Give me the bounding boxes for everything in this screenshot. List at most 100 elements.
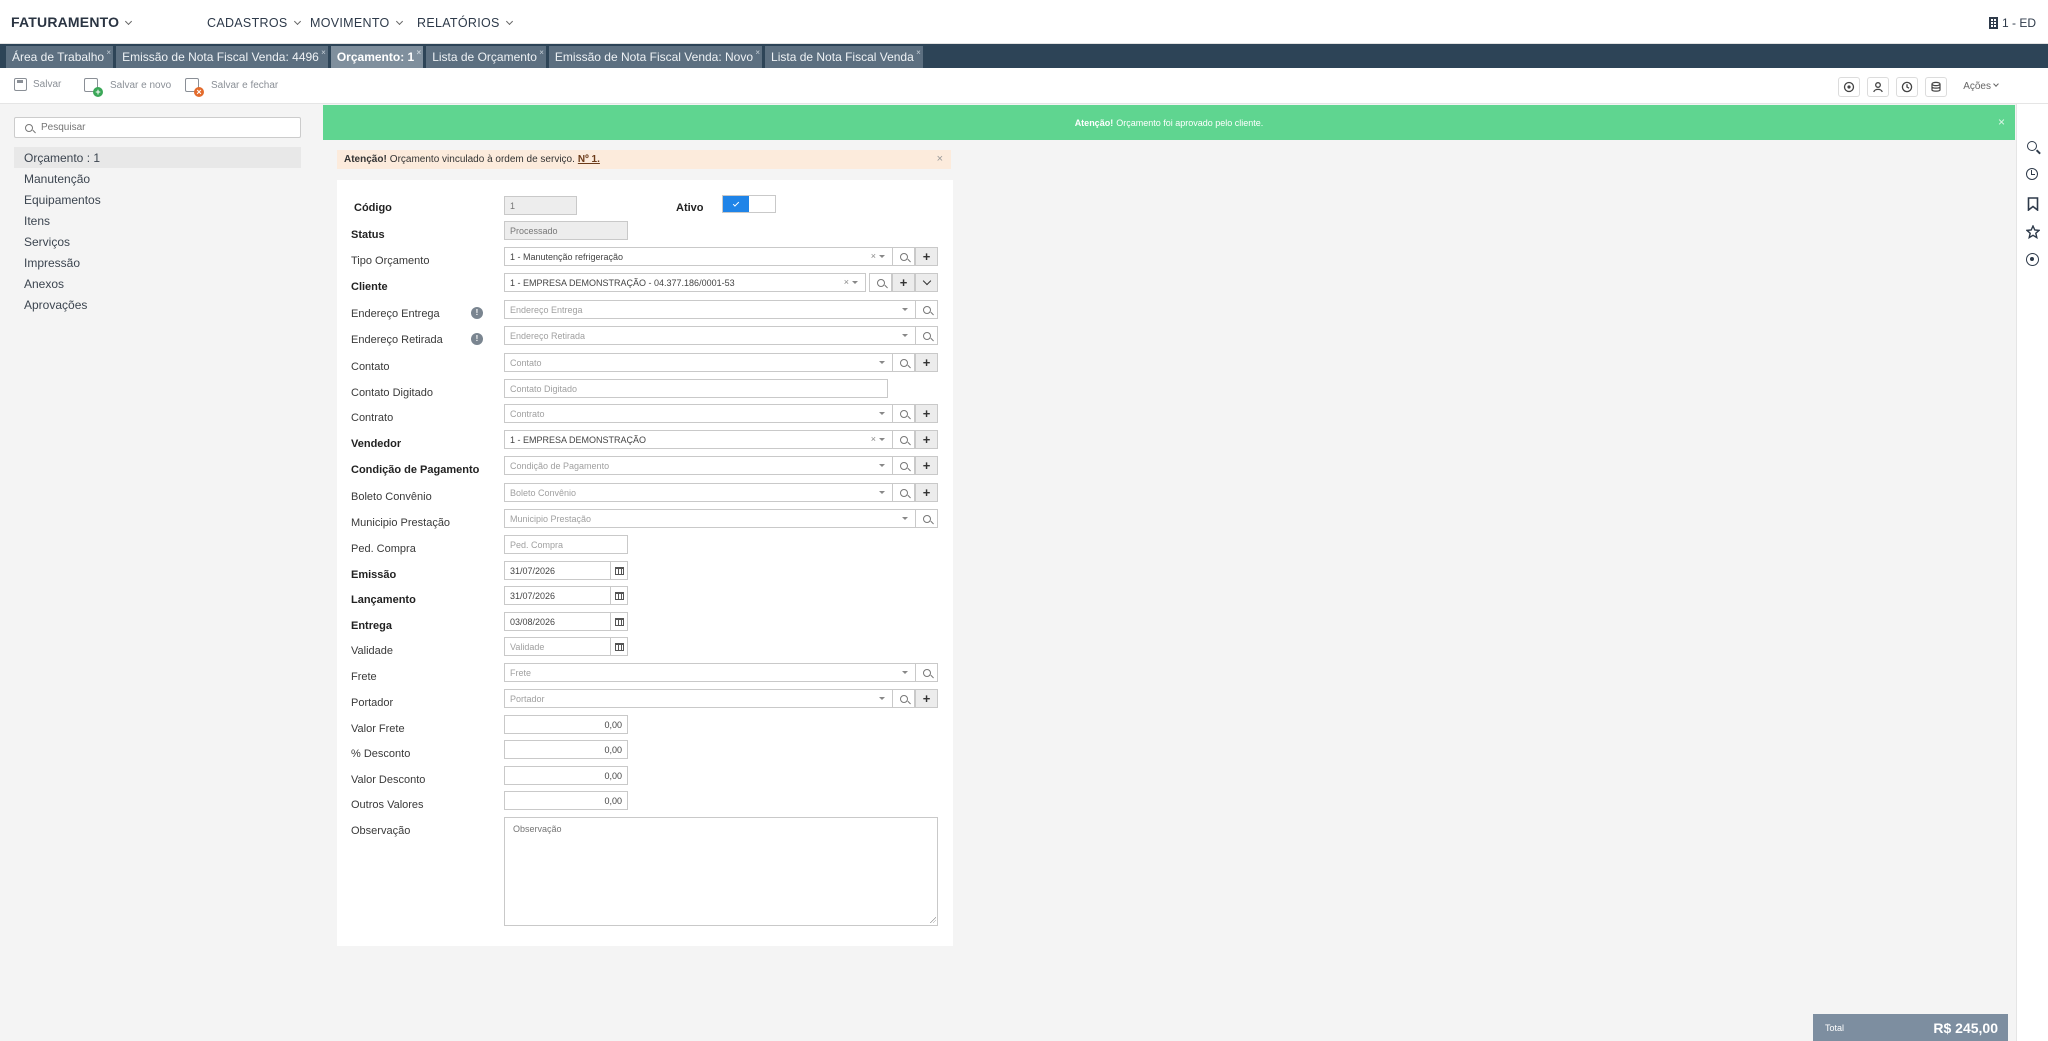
menu-cadastros[interactable]: CADASTROS [207, 16, 301, 30]
endereco-entrega-label: Endereço Entrega [351, 308, 440, 320]
lancamento-date-input[interactable]: 31/07/2026 [504, 586, 628, 605]
vendedor-select[interactable]: 1 - EMPRESA DEMONSTRAÇÃO × [504, 430, 893, 449]
ped-compra-input[interactable]: Ped. Compra [504, 535, 628, 554]
tipo-orcamento-select[interactable]: 1 - Manutenção refrigeração × [504, 247, 893, 266]
sidebar-item-anexos[interactable]: Anexos [14, 273, 301, 294]
close-icon[interactable]: × [937, 153, 943, 165]
tab-nota-fiscal-novo[interactable]: Emissão de Nota Fiscal Venda: Novo × [548, 46, 763, 68]
close-icon[interactable]: × [321, 48, 326, 57]
bookmark-icon[interactable] [2026, 197, 2040, 212]
boleto-convenio-select[interactable]: Boleto Convênio [504, 483, 893, 502]
sidebar-item-itens[interactable]: Itens [14, 210, 301, 231]
cliente-add-button[interactable]: + [892, 273, 915, 292]
sidebar-item-aprovacoes[interactable]: Aprovações [14, 294, 301, 315]
close-icon[interactable]: × [1998, 115, 2005, 129]
view-button[interactable] [1838, 77, 1860, 97]
endereco-entrega-select[interactable]: Endereço Entrega [504, 300, 916, 319]
endereco-entrega-search-button[interactable] [915, 300, 938, 319]
portador-search-button[interactable] [892, 689, 915, 708]
close-icon[interactable]: × [539, 48, 544, 57]
vendedor-search-button[interactable] [892, 430, 915, 449]
sidebar-item-orcamento[interactable]: Orçamento : 1 [14, 147, 301, 168]
close-icon[interactable]: × [417, 48, 422, 57]
sidebar-search-input[interactable] [41, 122, 281, 133]
condicao-pagamento-search-button[interactable] [892, 456, 915, 475]
service-order-link[interactable]: Nº 1. [578, 154, 600, 165]
calendar-icon[interactable] [610, 587, 627, 604]
target-icon[interactable] [2026, 253, 2040, 267]
sidebar-item-equipamentos[interactable]: Equipamentos [14, 189, 301, 210]
calendar-icon[interactable] [610, 613, 627, 630]
sidebar-item-manutencao[interactable]: Manutenção [14, 168, 301, 189]
contato-digitado-input[interactable]: Contato Digitado [504, 379, 888, 398]
module-menu[interactable]: FATURAMENTO [11, 14, 133, 30]
cliente-search-button[interactable] [869, 273, 892, 292]
user-button[interactable] [1867, 77, 1889, 97]
portador-add-button[interactable]: + [915, 689, 938, 708]
contrato-add-button[interactable]: + [915, 404, 938, 423]
contato-add-button[interactable]: + [915, 353, 938, 372]
info-icon[interactable]: ! [471, 307, 483, 319]
emissao-date-input[interactable]: 31/07/2026 [504, 561, 628, 580]
contato-select[interactable]: Contato [504, 353, 893, 372]
outros-valores-input[interactable]: 0,00 [504, 791, 628, 810]
total-bar: Total R$ 245,00 [1813, 1014, 2008, 1041]
tipo-orcamento-search-button[interactable] [892, 247, 915, 266]
save-new-button[interactable]: Salvar e novo [84, 78, 171, 97]
database-button[interactable] [1925, 77, 1947, 97]
contrato-select[interactable]: Contrato [504, 404, 893, 423]
frete-search-button[interactable] [915, 663, 938, 682]
star-icon[interactable] [2025, 224, 2041, 240]
company-selector[interactable]: 1 - ED [1988, 16, 2036, 30]
tab-nota-fiscal-4496[interactable]: Emissão de Nota Fiscal Venda: 4496 × [116, 46, 328, 68]
tab-lista-orcamento[interactable]: Lista de Orçamento × [426, 46, 546, 68]
pct-desconto-input[interactable]: 0,00 [504, 740, 628, 759]
condicao-pagamento-add-button[interactable]: + [915, 456, 938, 475]
endereco-retirada-select[interactable]: Endereço Retirada [504, 326, 916, 345]
menu-movimento[interactable]: MOVIMENTO [310, 16, 403, 30]
contrato-search-button[interactable] [892, 404, 915, 423]
entrega-date-input[interactable]: 03/08/2026 [504, 612, 628, 631]
tipo-orcamento-add-button[interactable]: + [915, 247, 938, 266]
portador-select[interactable]: Portador [504, 689, 893, 708]
cliente-select[interactable]: 1 - EMPRESA DEMONSTRAÇÃO - 04.377.186/00… [504, 273, 866, 292]
valor-desconto-input[interactable]: 0,00 [504, 766, 628, 785]
boleto-convenio-search-button[interactable] [892, 483, 915, 502]
clear-icon[interactable]: × [871, 434, 876, 444]
close-icon[interactable]: × [106, 48, 111, 57]
history-button[interactable] [1896, 77, 1918, 97]
valor-frete-input[interactable]: 0,00 [504, 715, 628, 734]
calendar-icon[interactable] [610, 562, 627, 579]
search-icon[interactable] [2026, 140, 2040, 154]
endereco-retirada-search-button[interactable] [915, 326, 938, 345]
tab-area-trabalho[interactable]: Área de Trabalho × [6, 46, 114, 68]
save-button[interactable]: Salvar [14, 78, 61, 91]
municipio-prestacao-select[interactable]: Municipio Prestação [504, 509, 916, 528]
close-icon[interactable]: × [755, 48, 760, 57]
actions-menu[interactable]: Ações [1963, 81, 1999, 92]
municipio-prestacao-search-button[interactable] [915, 509, 938, 528]
save-close-button[interactable]: Salvar e fechar [185, 78, 278, 97]
clear-icon[interactable]: × [844, 277, 849, 287]
contato-search-button[interactable] [892, 353, 915, 372]
caret-down-icon [879, 697, 885, 700]
cliente-expand-button[interactable] [915, 273, 938, 292]
close-icon[interactable]: × [916, 48, 921, 57]
history-icon[interactable] [2026, 168, 2040, 182]
info-icon[interactable]: ! [471, 333, 483, 345]
tab-lista-nota-fiscal[interactable]: Lista de Nota Fiscal Venda × [765, 46, 923, 68]
sidebar-item-impressao[interactable]: Impressão [14, 252, 301, 273]
observacao-textarea[interactable] [504, 817, 938, 926]
calendar-icon[interactable] [610, 638, 627, 655]
condicao-pagamento-select[interactable]: Condição de Pagamento [504, 456, 893, 475]
boleto-convenio-add-button[interactable]: + [915, 483, 938, 502]
frete-select[interactable]: Frete [504, 663, 916, 682]
sidebar-item-servicos[interactable]: Serviços [14, 231, 301, 252]
resize-handle[interactable] [929, 916, 936, 923]
ativo-toggle[interactable] [722, 195, 776, 213]
vendedor-add-button[interactable]: + [915, 430, 938, 449]
validade-date-input[interactable]: Validade [504, 637, 628, 656]
clear-icon[interactable]: × [871, 251, 876, 261]
tab-orcamento-1[interactable]: Orçamento: 1 × [330, 46, 424, 68]
menu-relatorios[interactable]: RELATÓRIOS [417, 16, 513, 30]
